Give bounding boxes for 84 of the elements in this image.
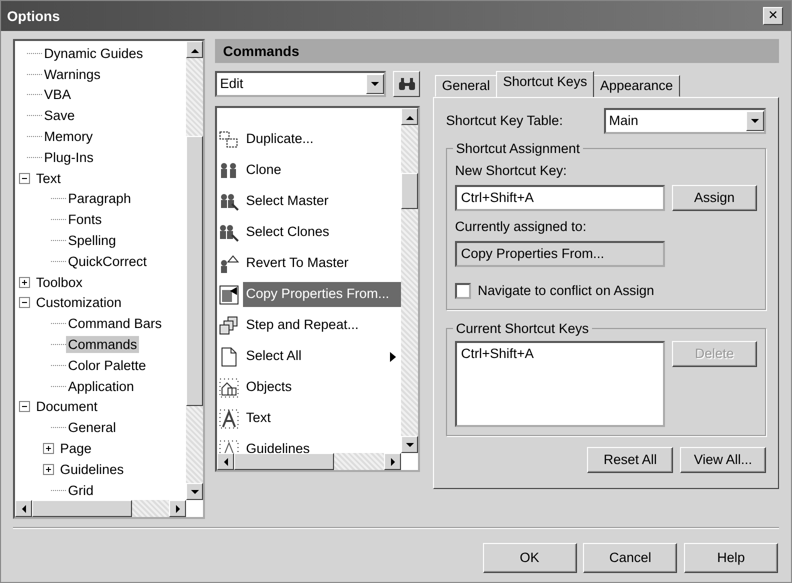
scroll-left-button[interactable] [15, 500, 32, 517]
tree-item[interactable]: Save [42, 107, 77, 124]
tree-item[interactable]: Warnings [42, 66, 103, 83]
list-item[interactable]: Ctrl+Shift+A [461, 344, 659, 363]
collapse-icon[interactable] [19, 297, 30, 308]
scroll-down-button[interactable] [186, 483, 203, 500]
expand-icon[interactable] [43, 464, 54, 475]
section-header: Commands [215, 39, 779, 63]
tree-item[interactable]: Memory [42, 128, 95, 146]
close-button[interactable]: × [763, 7, 783, 25]
shortcut-input-field[interactable]: Ctrl+Shift+A [455, 184, 665, 211]
figures-icon [219, 222, 239, 242]
command-item[interactable]: Objects [243, 375, 401, 400]
dialog-button[interactable]: Cancel [583, 543, 678, 573]
copy-icon [219, 284, 239, 304]
tree-item[interactable]: Application [66, 378, 136, 395]
page-icon [219, 346, 239, 366]
field-label: Shortcut Key Table: [446, 112, 563, 130]
tree-item[interactable]: Dynamic Guides [42, 44, 146, 62]
checkbox[interactable] [455, 282, 471, 299]
figures-icon [219, 160, 239, 180]
collapse-icon[interactable] [19, 401, 30, 412]
scrollbar-thumb[interactable] [401, 173, 418, 209]
tab[interactable]: Appearance [593, 75, 680, 97]
dialog-button[interactable]: Help [684, 543, 778, 573]
tree-item[interactable]: Spelling [66, 232, 118, 250]
assign-button[interactable]: Assign [672, 184, 757, 211]
tree-item[interactable]: Fonts [66, 211, 104, 228]
command-item[interactable]: Text [243, 406, 401, 431]
tree-item[interactable]: Page [58, 440, 94, 458]
command-item[interactable]: Select Clones [243, 220, 401, 245]
shortcut-table-dropdown[interactable]: Main [604, 108, 766, 134]
command-item[interactable]: Copy Properties From... [243, 282, 401, 307]
command-item[interactable]: Clone [243, 158, 401, 183]
window-title: Options [7, 6, 60, 26]
shapes-icon [219, 130, 239, 150]
command-item[interactable]: Duplicate... [243, 127, 401, 152]
scroll-up-button[interactable] [186, 41, 203, 58]
binoculars-button[interactable] [393, 71, 420, 97]
figures-icon [219, 192, 239, 212]
tab[interactable]: General [435, 75, 498, 97]
panel-button[interactable]: View All... [680, 447, 766, 474]
field-label: New Shortcut Key: [455, 162, 568, 180]
tab[interactable]: Shortcut Keys [496, 71, 594, 97]
expand-icon[interactable] [19, 276, 30, 288]
scrollbar-thumb[interactable] [32, 500, 132, 517]
expand-icon[interactable] [43, 443, 54, 454]
scrollbar-thumb[interactable] [186, 136, 203, 406]
tree-item[interactable]: Document [34, 398, 100, 416]
scroll-left-button[interactable] [217, 453, 234, 470]
tree-item[interactable]: Commands [66, 336, 140, 354]
glyph-icon [219, 408, 239, 428]
tree-item[interactable]: Color Palette [66, 356, 148, 374]
assigned-command-field: Copy Properties From... [455, 241, 665, 267]
tree-item[interactable]: Command Bars [66, 315, 164, 332]
tree-item[interactable]: Paragraph [66, 190, 134, 208]
dialog-button[interactable]: OK [482, 543, 576, 573]
tree-item[interactable]: Customization [34, 294, 124, 312]
category-dropdown[interactable]: Edit [215, 71, 386, 97]
tree-item[interactable]: Guidelines [58, 460, 126, 478]
command-item[interactable]: Revert To Master [243, 251, 401, 276]
scroll-right-button[interactable] [169, 500, 186, 517]
tree-item[interactable]: General [66, 419, 118, 436]
tree-item[interactable]: Plug-Ins [42, 148, 96, 166]
command-item[interactable]: Select Master [243, 189, 401, 214]
scroll-up-button[interactable] [401, 108, 418, 125]
panel-button[interactable]: Reset All [587, 447, 674, 474]
checkbox-label: Navigate to conflict on Assign [478, 282, 654, 300]
tree-item[interactable]: Toolbox [34, 274, 85, 291]
command-item[interactable]: Step and Repeat... [243, 313, 401, 338]
scroll-down-button[interactable] [401, 436, 418, 453]
tree-item[interactable]: VBA [42, 86, 74, 104]
shapes-icon [219, 378, 239, 398]
field-label: Currently assigned to: [455, 218, 588, 236]
tree-item[interactable]: Text [34, 170, 63, 187]
scroll-right-button[interactable] [384, 453, 401, 470]
binoculars-icon [398, 77, 416, 91]
scrollbar-thumb[interactable] [234, 453, 334, 470]
tree-item[interactable]: Grid [66, 482, 96, 499]
squares-icon [219, 316, 239, 336]
tree-item[interactable]: QuickCorrect [66, 252, 149, 270]
collapse-icon[interactable] [19, 172, 30, 184]
command-item[interactable]: Select All [243, 344, 385, 369]
figures-icon [219, 254, 239, 274]
